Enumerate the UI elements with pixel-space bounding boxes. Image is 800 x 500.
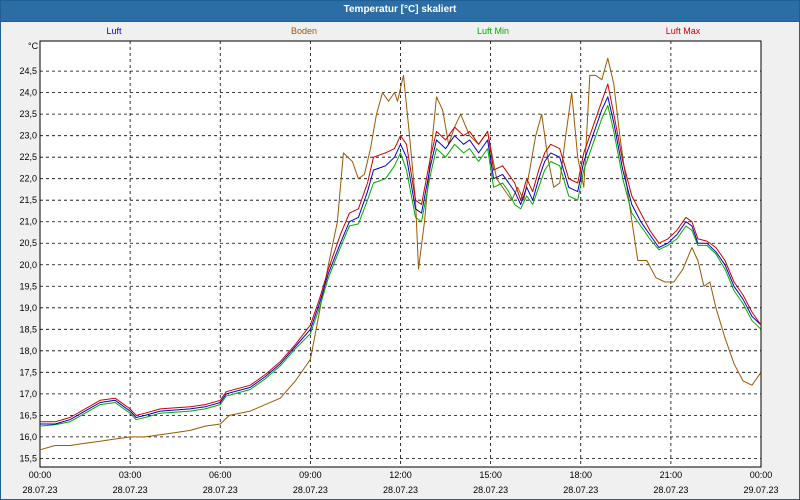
y-tick-label: 23,5	[19, 109, 37, 119]
temperature-chart: 15,5 16,0 16,5 17,0 17,5 18,0 18,5 19,0 19,5 20,0…	[19, 26, 778, 495]
x-axis: 00:00 28.07.23 03:00 28.07.23 06:00 28.07.23 0…	[22, 470, 778, 495]
x-tick-time-label: 03:00	[119, 470, 142, 480]
y-tick-label: 19,0	[19, 303, 37, 313]
x-tick-date-label: 28.07.23	[203, 485, 238, 495]
legend-item-luft-min: Luft Min	[477, 26, 509, 36]
chart-window: Temperatur [°C] skaliert 15,5 16,0 16,5 17,…	[0, 0, 800, 500]
legend: Luft Boden Luft Min Luft Max	[106, 26, 700, 36]
x-tick-date-label: 28.07.23	[22, 485, 57, 495]
y-tick-label: 16,0	[19, 432, 37, 442]
x-tick-date-label: 28.07.23	[653, 485, 688, 495]
x-tick-time-label: 06:00	[209, 470, 232, 480]
x-tick-date-label: 29.07.23	[743, 485, 778, 495]
legend-item-luft-max: Luft Max	[666, 26, 701, 36]
x-tick-time-label: 09:00	[299, 470, 322, 480]
y-tick-label: 19,5	[19, 281, 37, 291]
y-tick-label: 20,5	[19, 238, 37, 248]
x-tick-date-label: 28.07.23	[383, 485, 418, 495]
x-tick-time-label: 12:00	[389, 470, 412, 480]
y-tick-label: 18,0	[19, 346, 37, 356]
y-tick-label: 18,5	[19, 324, 37, 334]
y-tick-label: 22,5	[19, 152, 37, 162]
x-tick-date-label: 28.07.23	[563, 485, 598, 495]
x-tick-date-label: 28.07.23	[113, 485, 148, 495]
x-tick-time-label: 15:00	[479, 470, 502, 480]
y-tick-label: 21,5	[19, 195, 37, 205]
y-tick-label: 24,5	[19, 66, 37, 76]
y-tick-label: 24,0	[19, 88, 37, 98]
y-tick-label: 15,5	[19, 453, 37, 463]
legend-item-boden: Boden	[291, 26, 317, 36]
legend-item-luft: Luft	[106, 26, 122, 36]
x-tick-time-label: 00:00	[29, 470, 52, 480]
y-tick-label: 23,0	[19, 131, 37, 141]
x-tick-date-label: 28.07.23	[473, 485, 508, 495]
y-axis-label: °C	[28, 41, 39, 51]
x-tick-time-label: 21:00	[660, 470, 683, 480]
y-tick-label: 20,0	[19, 260, 37, 270]
y-tick-label: 22,0	[19, 174, 37, 184]
y-tick-label: 17,0	[19, 389, 37, 399]
x-tick-time-label: 18:00	[569, 470, 592, 480]
y-tick-label: 16,5	[19, 410, 37, 420]
y-tick-label: 21,0	[19, 217, 37, 227]
y-tick-label: 17,5	[19, 367, 37, 377]
y-axis: 15,5 16,0 16,5 17,0 17,5 18,0 18,5 19,0 19,5 20,0…	[19, 66, 37, 463]
x-tick-date-label: 28.07.23	[293, 485, 328, 495]
x-tick-time-label: 00:00	[750, 470, 773, 480]
window-title: Temperatur [°C] skaliert	[1, 1, 799, 22]
